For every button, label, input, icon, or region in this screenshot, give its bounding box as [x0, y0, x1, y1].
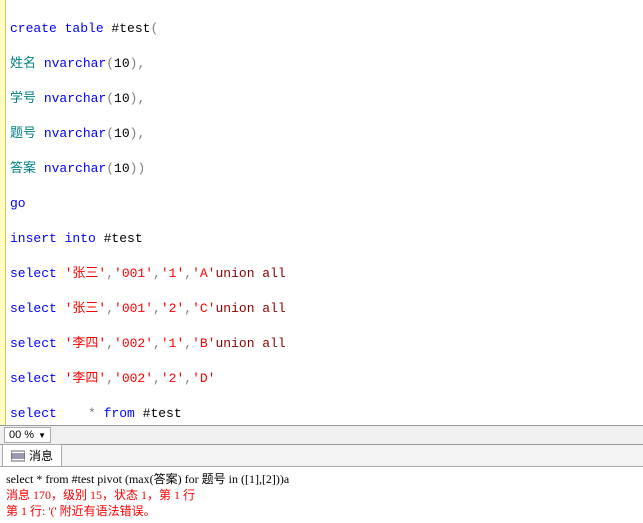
output-error-row: 第 1 行: '(' 附近有语法错误。 [6, 503, 637, 519]
str: 'C' [192, 301, 215, 316]
kw: select [10, 336, 57, 351]
str: '李四' [57, 371, 106, 386]
output-row: select * from #test pivot (max(答案) for 题… [6, 471, 637, 487]
str: '001' [114, 301, 153, 316]
kw: all [255, 301, 286, 316]
punct: , [106, 266, 114, 281]
zoom-combo[interactable]: 00 % ▼ [4, 427, 51, 443]
num: 10 [114, 126, 130, 141]
num: 10 [114, 161, 130, 176]
col: 题号 [10, 126, 44, 141]
kw: select [10, 266, 57, 281]
ident: #test [104, 21, 151, 36]
punct: , [184, 266, 192, 281]
col: 学号 [10, 91, 44, 106]
punct: , [106, 371, 114, 386]
dropdown-arrow-icon: ▼ [38, 431, 46, 440]
kw: union [215, 301, 254, 316]
punct: ( [106, 91, 114, 106]
punct: ( [106, 161, 114, 176]
kw: go [10, 196, 26, 211]
str: '2' [161, 371, 184, 386]
kw: union [215, 266, 254, 281]
kw: select [10, 406, 57, 421]
str: '001' [114, 266, 153, 281]
punct: , [184, 371, 192, 386]
str: '1' [161, 336, 184, 351]
star: * [57, 406, 96, 421]
type: nvarchar [44, 161, 106, 176]
results-tab-bar: 消息 [0, 445, 643, 467]
punct: ), [130, 91, 146, 106]
kw: from [96, 406, 135, 421]
punct: , [184, 336, 192, 351]
punct: , [153, 336, 161, 351]
messages-tab-label: 消息 [29, 447, 53, 464]
type: nvarchar [44, 126, 106, 141]
punct: , [153, 371, 161, 386]
kw: create [10, 21, 57, 36]
punct: ( [106, 56, 114, 71]
punct: ( [106, 126, 114, 141]
str: '李四' [57, 336, 106, 351]
punct: , [106, 301, 114, 316]
messages-tab[interactable]: 消息 [2, 444, 62, 466]
punct: ), [130, 56, 146, 71]
ident: #test [96, 231, 143, 246]
type: nvarchar [44, 91, 106, 106]
punct: , [184, 301, 192, 316]
punct: ), [130, 126, 146, 141]
kw: table [57, 21, 104, 36]
num: 10 [114, 56, 130, 71]
punct: , [153, 266, 161, 281]
str: '002' [114, 371, 153, 386]
punct: )) [130, 161, 146, 176]
str: '张三' [57, 266, 106, 281]
messages-output[interactable]: select * from #test pivot (max(答案) for 题… [0, 467, 643, 523]
col: 答案 [10, 161, 44, 176]
punct: , [106, 336, 114, 351]
kw: select [10, 371, 57, 386]
str: '2' [161, 301, 184, 316]
str: '002' [114, 336, 153, 351]
col: 姓名 [10, 56, 44, 71]
kw: select [10, 301, 57, 316]
code-content[interactable]: create table #test( 姓名 nvarchar(10), 学号 … [6, 0, 565, 425]
str: '1' [161, 266, 184, 281]
str: 'A' [192, 266, 215, 281]
punct: , [153, 301, 161, 316]
kw: into [57, 231, 96, 246]
kw: insert [10, 231, 57, 246]
messages-tab-icon [11, 450, 25, 462]
ident: #test [135, 406, 182, 421]
num: 10 [114, 91, 130, 106]
kw: all [255, 336, 286, 351]
str: 'B' [192, 336, 215, 351]
str: 'D' [192, 371, 215, 386]
zoom-value: 00 % [9, 429, 34, 441]
output-error-row: 消息 170，级别 15，状态 1，第 1 行 [6, 487, 637, 503]
type: nvarchar [44, 56, 106, 71]
kw: union [215, 336, 254, 351]
code-editor[interactable]: create table #test( 姓名 nvarchar(10), 学号 … [0, 0, 643, 425]
str: '张三' [57, 301, 106, 316]
zoom-bar: 00 % ▼ [0, 425, 643, 445]
punct: ( [150, 21, 158, 36]
kw: all [255, 266, 286, 281]
